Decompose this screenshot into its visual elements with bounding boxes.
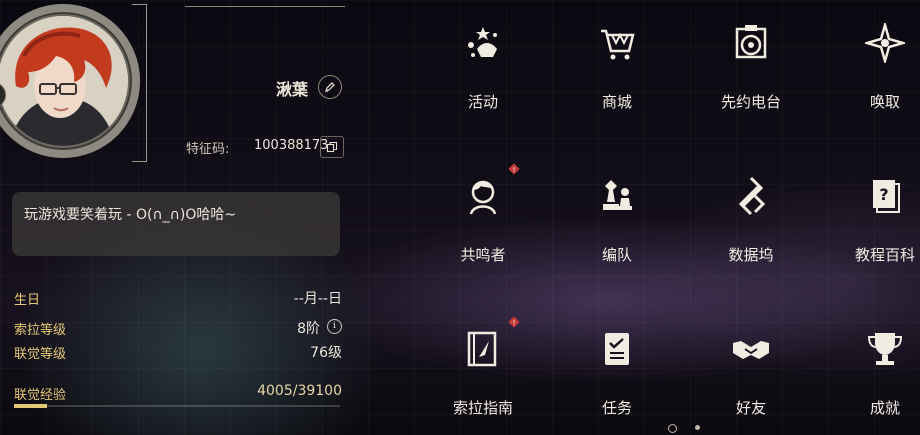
uid-label: 特征码: [186,142,230,157]
svg-text:!: ! [513,319,516,327]
menu-label-team: 编队 [601,246,632,264]
data-dock-icon [738,176,766,216]
divider-line [185,6,345,7]
sola-level-label: 索拉等级 [14,323,67,338]
chess-pieces-icon [603,180,632,210]
task-list-icon [605,333,629,365]
menu-label-achievements: 成就 [869,399,900,417]
info-icon[interactable]: i [327,319,342,334]
fireworks-icon [468,27,497,57]
union-exp-value: 4005/39100 [257,383,342,399]
birthday-value: --月--日 [293,291,342,307]
pencil-icon [325,82,335,92]
copy-icon [326,141,338,153]
birthday-label: 生日 [14,293,41,308]
player-name: 湫葉 [276,80,309,99]
guide-book-icon [467,331,497,367]
sola-level-value: 8阶 [297,321,320,337]
page-dot-1[interactable] [668,424,677,433]
copy-uid-button[interactable] [320,136,344,158]
menu-label-convene: 唤取 [869,93,900,111]
menu-item-sola-guide[interactable]: ! 索拉指南 [428,313,538,423]
radio-record-icon [735,25,767,59]
trophy-icon [867,333,903,365]
svg-text:?: ? [879,185,888,204]
menu-item-tutorial[interactable]: ? 教程百科 [830,160,920,270]
tutorial-book-icon: ? [873,180,900,213]
resonator-portrait-icon [469,180,497,215]
shopping-cart-icon [601,29,635,60]
signature-box[interactable] [12,192,340,256]
uid-value: 100388173 [254,138,329,153]
union-level-label: 联觉等级 [14,347,67,362]
menu-label-tutorial: 教程百科 [854,246,915,264]
menu-label-radio: 先约电台 [720,93,781,111]
page-dot-2[interactable] [695,425,700,430]
handshake-icon [733,341,769,359]
menu-label-sola-guide: 索拉指南 [452,399,513,417]
avatar-portrait [0,16,128,146]
menu-label-shop: 商城 [601,93,632,111]
union-exp-label: 联觉经验 [14,388,67,403]
red-dot-badge: ! [508,316,520,328]
menu-item-convene[interactable]: 唤取 [830,7,920,117]
menu-label-resonators: 共鸣者 [460,246,506,264]
exp-progress-track [14,405,340,407]
red-dot-badge: ! [508,163,520,175]
signature-text: 玩游戏要笑着玩 - O(∩_∩)O哈哈~ [24,207,237,223]
svg-text:!: ! [513,166,516,174]
menu-item-resonators[interactable]: ! 共鸣者 [428,160,538,270]
compass-star-icon [865,23,905,63]
menu-item-events[interactable]: 活动 [428,7,538,117]
menu-label-events: 活动 [467,93,498,111]
exp-progress-fill [14,404,47,408]
menu-item-radio[interactable]: 先约电台 [696,7,806,117]
menu-item-data-dock[interactable]: 数据坞 [696,160,806,270]
menu-item-team[interactable]: 编队 [562,160,672,270]
union-level-value: 76级 [310,345,342,361]
edit-name-button[interactable] [318,75,342,99]
menu-item-tasks[interactable]: 任务 [562,313,672,423]
page-indicator[interactable] [660,423,720,433]
menu-item-shop[interactable]: 商城 [562,7,672,117]
menu-label-tasks: 任务 [601,399,632,417]
menu-label-data-dock: 数据坞 [728,246,774,264]
menu-label-friends: 好友 [735,399,766,417]
menu-item-friends[interactable]: 好友 [696,313,806,423]
avatar[interactable]: ⋮ [0,4,160,162]
menu-item-achievements[interactable]: 成就 [830,313,920,423]
